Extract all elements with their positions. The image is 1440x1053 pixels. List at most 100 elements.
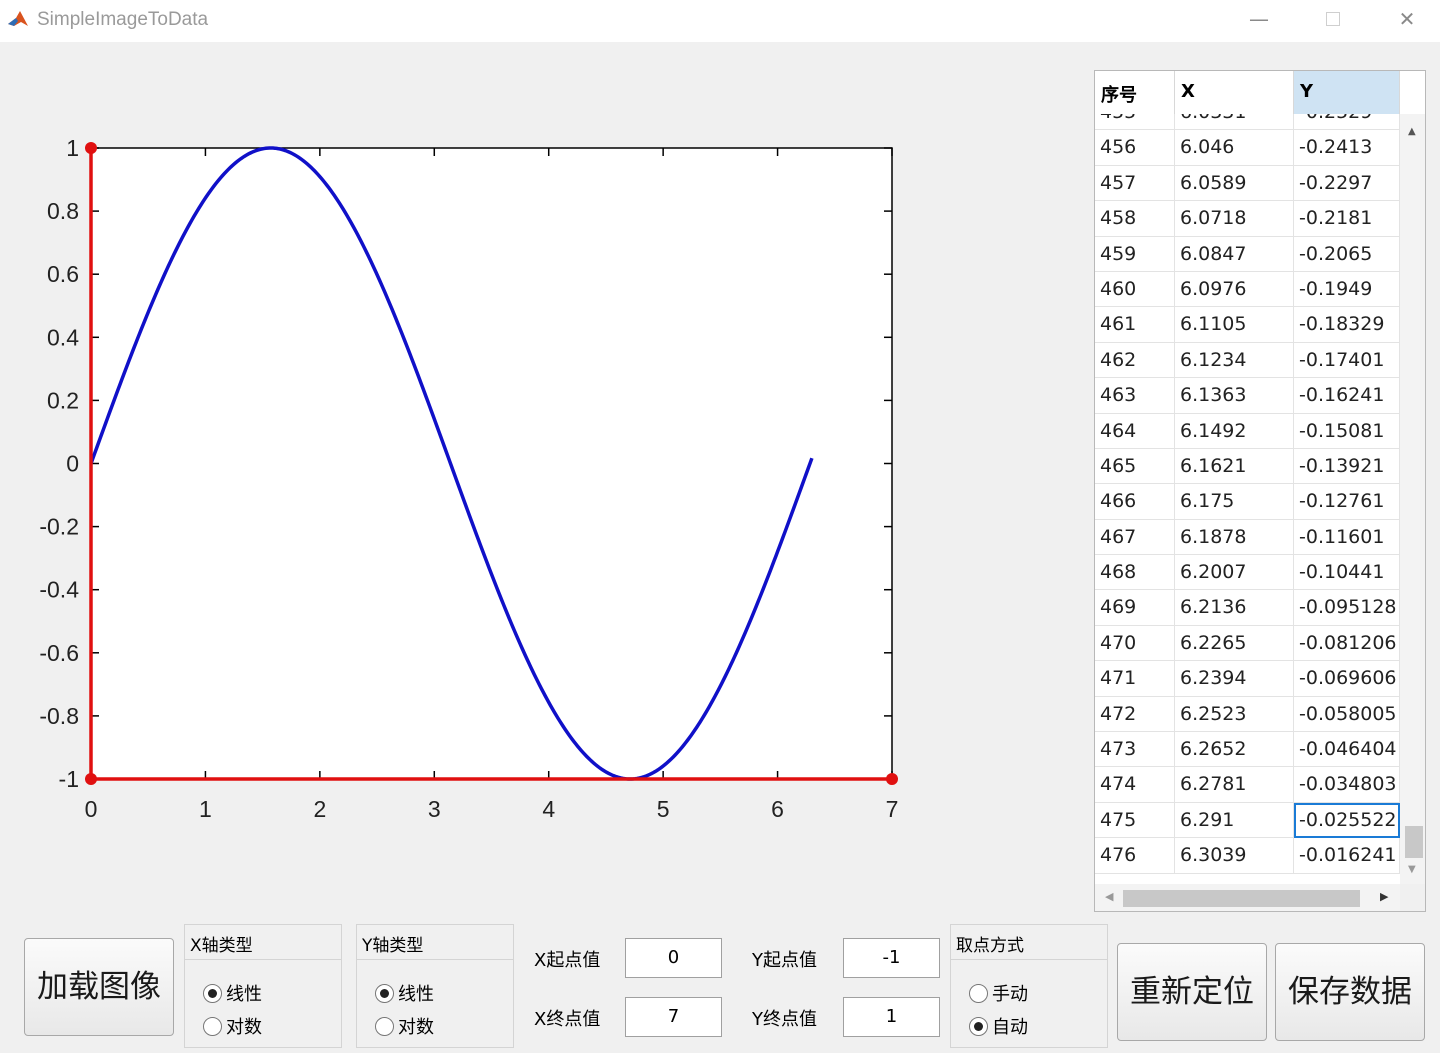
cell-index[interactable]: 459 [1095,236,1175,272]
cell-index[interactable]: 467 [1095,519,1175,556]
cell-index[interactable]: 457 [1095,165,1175,202]
cell-index[interactable]: 456 [1095,130,1175,166]
maximize-button[interactable] [1318,6,1348,32]
cell-y[interactable]: -0.16241 [1294,378,1400,414]
y-end-input[interactable]: 1 [843,997,940,1037]
cell-index[interactable]: 469 [1095,590,1175,626]
table-row[interactable]: 472 6.2523 -0.058005 [1095,696,1400,733]
close-button[interactable]: ✕ [1392,6,1422,32]
horizontal-scroll-thumb[interactable] [1123,890,1360,907]
table-row[interactable]: 475 6.291 -0.025522 [1095,802,1400,839]
vertical-scrollbar[interactable]: ▲ ▼ [1400,114,1425,884]
calibration-point[interactable] [85,773,97,785]
cell-x[interactable]: 6.0847 [1175,236,1294,272]
table-row[interactable]: 468 6.2007 -0.10441 [1095,555,1400,591]
cell-x[interactable]: 6.2781 [1175,767,1294,803]
cell-index[interactable]: 455 [1095,114,1175,131]
cell-x[interactable]: 6.1363 [1175,378,1294,414]
calibration-point[interactable] [886,773,898,785]
x-end-input[interactable]: 7 [625,997,722,1037]
cell-x[interactable]: 6.0331 [1175,114,1294,131]
cell-index[interactable]: 471 [1095,661,1175,697]
radio-selected-icon[interactable] [969,1016,988,1036]
table-row[interactable]: 464 6.1492 -0.15081 [1095,413,1400,449]
cell-x[interactable]: 6.2265 [1175,625,1294,662]
header-y[interactable]: Y [1294,71,1400,114]
cell-x[interactable]: 6.2394 [1175,661,1294,697]
cell-index[interactable]: 461 [1095,307,1175,343]
pick-auto-radio[interactable]: 自动 [969,1013,1028,1039]
pick-manual-radio[interactable]: 手动 [969,980,1028,1006]
cell-y[interactable]: -0.13921 [1294,448,1400,485]
table-row[interactable]: 471 6.2394 -0.069606 [1095,661,1400,697]
cell-y[interactable]: -0.046404 [1294,732,1400,768]
table-row[interactable]: 456 6.046 -0.2413 [1095,130,1400,166]
cell-x[interactable]: 6.2007 [1175,555,1294,591]
cell-y[interactable]: -0.025522 [1294,802,1400,839]
table-row[interactable]: 461 6.1105 -0.18329 [1095,307,1400,343]
x-axis-linear-radio[interactable]: 线性 [203,980,262,1006]
cell-y[interactable]: -0.15081 [1294,413,1400,449]
scroll-up-icon[interactable]: ▲ [1408,126,1416,137]
cell-y[interactable]: -0.081206 [1294,625,1400,662]
cell-x[interactable]: 6.3039 [1175,838,1294,874]
cell-index[interactable]: 462 [1095,342,1175,379]
cell-x[interactable]: 6.1234 [1175,342,1294,379]
cell-y[interactable]: -0.12761 [1294,484,1400,520]
relocate-button[interactable]: 重新定位 [1117,943,1267,1041]
vertical-scroll-thumb[interactable] [1405,826,1423,858]
table-row[interactable]: 467 6.1878 -0.11601 [1095,519,1400,556]
table-row[interactable]: 466 6.175 -0.12761 [1095,484,1400,520]
radio-selected-icon[interactable] [203,983,222,1003]
save-data-button[interactable]: 保存数据 [1275,943,1425,1041]
cell-y[interactable]: -0.069606 [1294,661,1400,697]
cell-y[interactable]: -0.10441 [1294,555,1400,591]
cell-index[interactable]: 475 [1095,802,1175,839]
cell-y[interactable]: -0.11601 [1294,519,1400,556]
y-start-input[interactable]: -1 [843,938,940,978]
radio-selected-icon[interactable] [375,983,394,1003]
scroll-right-icon[interactable]: ▶ [1380,890,1388,903]
cell-y[interactable]: -0.2413 [1294,130,1400,166]
table-row[interactable]: 470 6.2265 -0.081206 [1095,625,1400,662]
scroll-left-icon[interactable]: ◀ [1105,890,1113,903]
cell-x[interactable]: 6.046 [1175,130,1294,166]
cell-x[interactable]: 6.2523 [1175,696,1294,733]
cell-index[interactable]: 458 [1095,201,1175,237]
cell-index[interactable]: 476 [1095,838,1175,874]
cell-index[interactable]: 466 [1095,484,1175,520]
y-axis-linear-radio[interactable]: 线性 [375,980,434,1006]
cell-x[interactable]: 6.175 [1175,484,1294,520]
table-row[interactable]: 463 6.1363 -0.16241 [1095,378,1400,414]
header-x[interactable]: X [1175,71,1294,114]
cell-y[interactable]: -0.17401 [1294,342,1400,379]
cell-y[interactable]: -0.1949 [1294,271,1400,308]
plot-axes[interactable]: 0 1 2 3 4 5 6 7 1 0.8 0.6 0.4 0.2 0 -0.2 -0.4 -0.6 -0.8 -… [0,120,920,840]
x-start-input[interactable]: 0 [625,938,722,978]
minimize-button[interactable]: — [1244,6,1274,32]
cell-y[interactable]: -0.034803 [1294,767,1400,803]
cell-index[interactable]: 460 [1095,271,1175,308]
radio-unselected-icon[interactable] [203,1016,222,1036]
cell-x[interactable]: 6.2652 [1175,732,1294,768]
cell-index[interactable]: 473 [1095,732,1175,768]
table-row[interactable]: 462 6.1234 -0.17401 [1095,342,1400,379]
cell-index[interactable]: 463 [1095,378,1175,414]
radio-unselected-icon[interactable] [375,1016,394,1036]
cell-index[interactable]: 465 [1095,448,1175,485]
table-row[interactable]: 469 6.2136 -0.095128 [1095,590,1400,626]
calibration-point[interactable] [85,142,97,154]
horizontal-scrollbar[interactable]: ◀ ▶ [1095,884,1425,911]
cell-y[interactable]: -0.095128 [1294,590,1400,626]
scroll-down-icon[interactable]: ▼ [1408,864,1416,875]
cell-index[interactable]: 470 [1095,625,1175,662]
table-row[interactable]: 473 6.2652 -0.046404 [1095,732,1400,768]
table-row[interactable]: 4556.0331-0.2529 [1095,114,1400,131]
cell-index[interactable]: 472 [1095,696,1175,733]
cell-index[interactable]: 474 [1095,767,1175,803]
cell-y[interactable]: -0.058005 [1294,696,1400,733]
table-row[interactable]: 474 6.2781 -0.034803 [1095,767,1400,803]
cell-x[interactable]: 6.2136 [1175,590,1294,626]
cell-index[interactable]: 468 [1095,555,1175,591]
cell-y[interactable]: -0.2297 [1294,165,1400,202]
